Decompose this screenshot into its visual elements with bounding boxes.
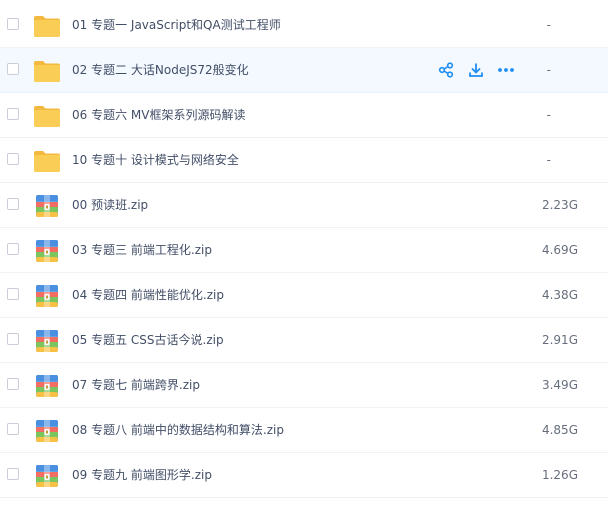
file-name[interactable]: 08 专题八 前端中的数据结构和算法.zip xyxy=(72,422,284,438)
row-checkbox[interactable] xyxy=(7,153,19,165)
row-checkbox[interactable] xyxy=(7,288,19,300)
file-size: - xyxy=(546,18,551,32)
row-checkbox[interactable] xyxy=(7,108,19,120)
file-row[interactable]: 02 专题二 大话NodeJS72般变化 - xyxy=(0,48,608,93)
zip-archive-icon[interactable] xyxy=(33,284,61,308)
download-icon[interactable] xyxy=(466,60,486,80)
file-size: 2.23G xyxy=(541,198,578,212)
folder-icon[interactable] xyxy=(33,149,61,173)
file-size: 4.85G xyxy=(541,423,578,437)
file-row[interactable]: 01 专题一 JavaScript和QA测试工程师 - xyxy=(0,3,608,48)
zip-archive-icon[interactable] xyxy=(33,464,61,488)
row-checkbox[interactable] xyxy=(7,243,19,255)
file-name[interactable]: 04 专题四 前端性能优化.zip xyxy=(72,287,224,303)
file-name[interactable]: 09 专题九 前端图形学.zip xyxy=(72,467,212,483)
file-size: 3.49G xyxy=(541,378,578,392)
file-list: 01 专题一 JavaScript和QA测试工程师 - 02 专题二 大话Node… xyxy=(0,0,608,508)
file-size: 2.91G xyxy=(541,333,578,347)
file-row[interactable]: 10 专题十 设计模式与网络安全 - xyxy=(0,138,608,183)
zip-archive-icon[interactable] xyxy=(33,329,61,353)
folder-icon[interactable] xyxy=(33,14,61,38)
file-size: 1.26G xyxy=(541,468,578,482)
file-name[interactable]: 03 专题三 前端工程化.zip xyxy=(72,242,212,258)
folder-icon[interactable] xyxy=(33,59,61,83)
file-size: - xyxy=(546,108,551,122)
file-row[interactable]: 03 专题三 前端工程化.zip 4.69G xyxy=(0,228,608,273)
row-checkbox[interactable] xyxy=(7,423,19,435)
file-name[interactable]: 02 专题二 大话NodeJS72般变化 xyxy=(72,62,249,78)
zip-archive-icon[interactable] xyxy=(33,374,61,398)
file-name[interactable]: 07 专题七 前端跨界.zip xyxy=(72,377,200,393)
row-checkbox[interactable] xyxy=(7,63,19,75)
row-checkbox[interactable] xyxy=(7,378,19,390)
row-checkbox[interactable] xyxy=(7,468,19,480)
file-size: 4.38G xyxy=(541,288,578,302)
file-row[interactable]: 09 专题九 前端图形学.zip 1.26G xyxy=(0,453,608,498)
file-row[interactable]: 00 预读班.zip 2.23G xyxy=(0,183,608,228)
file-size: 4.69G xyxy=(541,243,578,257)
row-checkbox[interactable] xyxy=(7,333,19,345)
zip-archive-icon[interactable] xyxy=(33,194,61,218)
row-actions xyxy=(436,60,526,80)
file-size: - xyxy=(546,63,551,77)
file-name[interactable]: 01 专题一 JavaScript和QA测试工程师 xyxy=(72,17,281,33)
file-row[interactable]: 07 专题七 前端跨界.zip 3.49G xyxy=(0,363,608,408)
file-size: - xyxy=(546,153,551,167)
file-name[interactable]: 06 专题六 MV框架系列源码解读 xyxy=(72,107,245,123)
zip-archive-icon[interactable] xyxy=(33,419,61,443)
folder-icon[interactable] xyxy=(33,104,61,128)
more-icon[interactable] xyxy=(496,60,516,80)
share-icon[interactable] xyxy=(436,60,456,80)
file-row[interactable]: 05 专题五 CSS古话今说.zip 2.91G xyxy=(0,318,608,363)
file-name[interactable]: 00 预读班.zip xyxy=(72,197,148,213)
file-name[interactable]: 05 专题五 CSS古话今说.zip xyxy=(72,332,224,348)
zip-archive-icon[interactable] xyxy=(33,239,61,263)
file-row[interactable]: 04 专题四 前端性能优化.zip 4.38G xyxy=(0,273,608,318)
file-name[interactable]: 10 专题十 设计模式与网络安全 xyxy=(72,152,239,168)
file-row[interactable]: 06 专题六 MV框架系列源码解读 - xyxy=(0,93,608,138)
row-checkbox[interactable] xyxy=(7,18,19,30)
row-checkbox[interactable] xyxy=(7,198,19,210)
file-row[interactable]: 08 专题八 前端中的数据结构和算法.zip 4.85G xyxy=(0,408,608,453)
